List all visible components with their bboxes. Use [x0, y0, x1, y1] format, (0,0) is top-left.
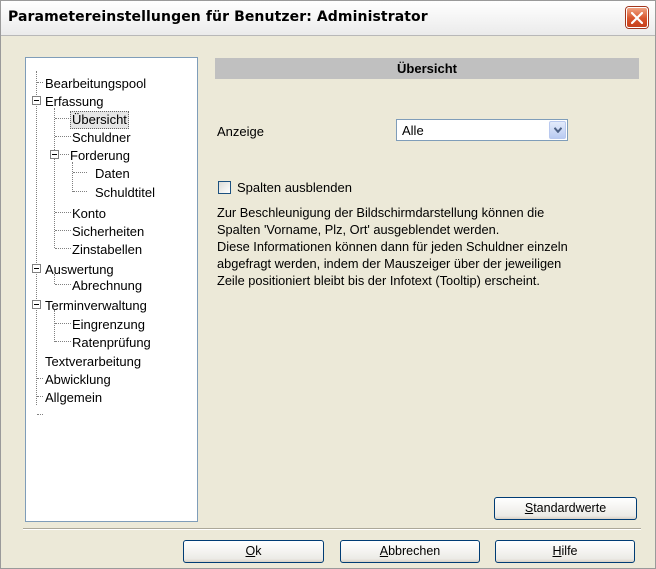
section-header: Übersicht	[215, 58, 639, 79]
tree-item-konto[interactable]: Konto	[72, 206, 106, 222]
mnemonic: S	[524, 501, 534, 515]
tree-item-schuldner[interactable]: Schuldner	[72, 130, 131, 146]
tree-item-forderung[interactable]: Forderung	[70, 148, 130, 164]
window-title: Parametereinstellungen für Benutzer: Adm…	[8, 9, 428, 25]
navigation-tree: Bearbeitungspool Erfassung Übersicht Sch…	[25, 57, 198, 522]
title-bar[interactable]: Parametereinstellungen für Benutzer: Adm…	[1, 1, 655, 36]
close-button[interactable]	[626, 7, 648, 28]
button-label: tandardwerte	[533, 501, 607, 515]
description-text: Zur Beschleunigung der Bildschirmdarstel…	[217, 204, 647, 289]
description-line: Spalten 'Vorname, Plz, Ort' ausgeblendet…	[217, 222, 500, 237]
hilfe-button[interactable]: Hilfe	[495, 540, 635, 563]
button-label: k	[255, 544, 262, 558]
mnemonic: O	[245, 544, 256, 558]
tree-item-terminverwaltung[interactable]: Terminverwaltung	[45, 298, 147, 314]
description-line: Diese Informationen können dann für jede…	[217, 239, 568, 254]
button-label: bbrechen	[388, 544, 441, 558]
tree-item-auswertung[interactable]: Auswertung	[45, 262, 114, 278]
expander-forderung[interactable]	[50, 150, 59, 159]
tree-item-daten[interactable]: Daten	[95, 166, 130, 182]
tree-item-sicherheiten[interactable]: Sicherheiten	[72, 224, 144, 240]
section-header-title: Übersicht	[397, 61, 457, 76]
standardwerte-button[interactable]: Standardwerte	[494, 497, 637, 520]
description-line: Zeile positioniert bleibt bis der Infote…	[217, 273, 540, 288]
dialog-window: Parametereinstellungen für Benutzer: Adm…	[0, 0, 656, 569]
description-line: Zur Beschleunigung der Bildschirmdarstel…	[217, 205, 545, 220]
anzeige-select-value: Alle	[402, 123, 424, 138]
expander-terminverwaltung[interactable]	[32, 300, 41, 309]
tree-item-bearbeitungspool[interactable]: Bearbeitungspool	[45, 76, 146, 92]
tree-item-textverarbeitung[interactable]: Textverarbeitung	[45, 354, 141, 370]
tree-item-allgemein[interactable]: Allgemein	[45, 390, 102, 406]
ok-button[interactable]: Ok	[183, 540, 324, 563]
description-line: abgefragt werden, indem der Mauszeiger ü…	[217, 256, 562, 271]
tree-item-uebersicht[interactable]: Übersicht	[70, 111, 129, 129]
anzeige-label: Anzeige	[217, 124, 264, 139]
tree-item-abrechnung[interactable]: Abrechnung	[72, 278, 142, 294]
expander-erfassung[interactable]	[32, 96, 41, 105]
dropdown-arrow-button[interactable]	[549, 121, 566, 139]
expander-auswertung[interactable]	[32, 264, 41, 273]
anzeige-select[interactable]: Alle	[396, 119, 568, 141]
close-icon	[631, 12, 643, 24]
spalten-ausblenden-checkbox[interactable]	[218, 181, 231, 194]
tree-item-zinstabellen[interactable]: Zinstabellen	[72, 242, 142, 258]
mnemonic: H	[552, 544, 562, 558]
tree-item-erfassung[interactable]: Erfassung	[45, 94, 104, 110]
tree-item-abwicklung[interactable]: Abwicklung	[45, 372, 111, 388]
mnemonic: A	[379, 544, 389, 558]
abbrechen-button[interactable]: Abbrechen	[340, 540, 480, 563]
button-label: ilfe	[561, 544, 578, 558]
tree-item-eingrenzung[interactable]: Eingrenzung	[72, 317, 145, 333]
spalten-ausblenden-label[interactable]: Spalten ausblenden	[237, 180, 352, 195]
chevron-down-icon	[554, 127, 562, 133]
footer-separator	[23, 528, 641, 530]
tree-item-schuldtitel[interactable]: Schuldtitel	[95, 185, 155, 201]
tree-item-ratenpruefung[interactable]: Ratenprüfung	[72, 335, 151, 351]
